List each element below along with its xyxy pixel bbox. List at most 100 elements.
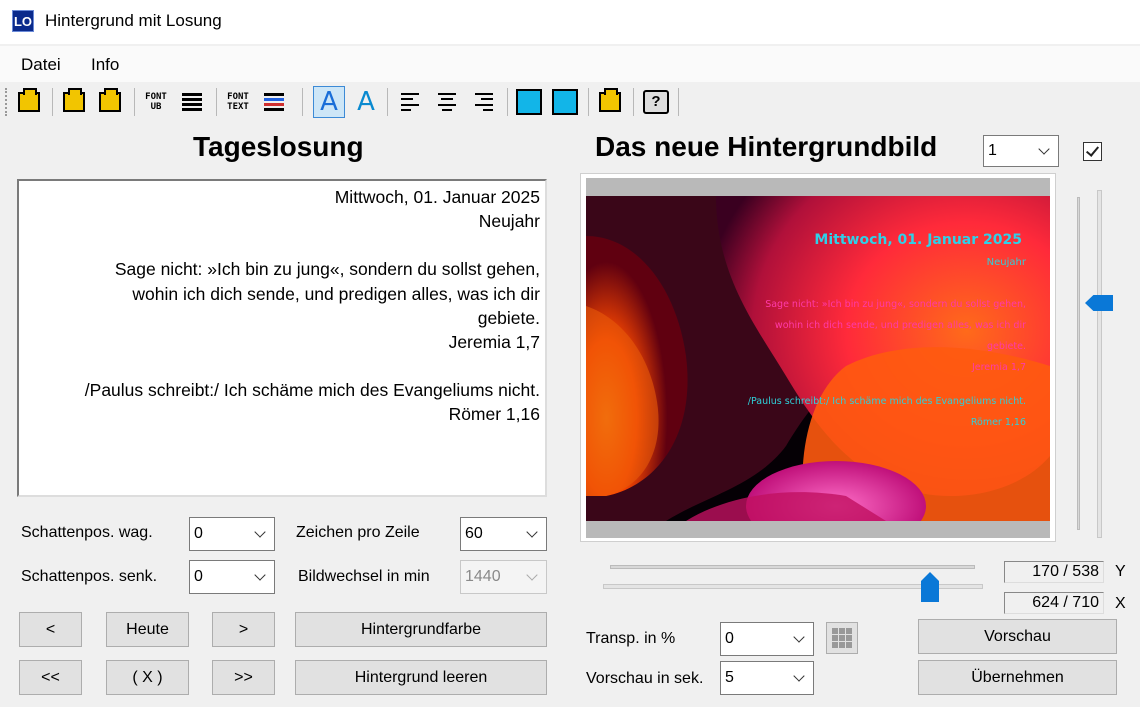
preview-secs-label: Vorschau in sek. [586, 670, 704, 687]
chevron-down-icon [793, 669, 805, 682]
chevron-down-icon [1038, 142, 1050, 155]
font-text-button[interactable]: FONT TEXT [222, 86, 254, 118]
app-icon: LO [12, 10, 34, 32]
transp-value: 0 [725, 630, 734, 647]
help-icon: ? [643, 90, 669, 114]
vertical-slider-thumb[interactable] [1085, 295, 1113, 311]
preview-lehrtext: /Paulus schreibt:/ Ich schäme mich des E… [686, 391, 1026, 433]
preview-verse-line1: Sage nicht: »Ich bin zu jung«, sondern d… [765, 299, 1026, 310]
menu-datei[interactable]: Datei [21, 55, 61, 75]
toolbar-separator [52, 88, 53, 116]
y-coordinate: 170 / 538 [1004, 561, 1104, 583]
ub-format-button[interactable] [176, 86, 208, 118]
shadow-h-value: 0 [194, 525, 203, 542]
text-lehrtext: /Paulus schreibt:/ Ich schäme mich des E… [84, 380, 540, 401]
next-next-button[interactable]: >> [212, 660, 275, 695]
text-lehrtext-ref: Römer 1,16 [448, 404, 540, 425]
x-axis-label: X [1115, 595, 1126, 612]
chars-select[interactable]: 60 [460, 517, 547, 551]
today-button[interactable]: Heute [106, 612, 189, 647]
toolbar-separator [134, 88, 135, 116]
vertical-range-line [1077, 197, 1080, 530]
preview-lehrtext-line: /Paulus schreibt:/ Ich schäme mich des E… [747, 396, 1026, 407]
background-color-button[interactable]: Hintergrundfarbe [295, 612, 547, 647]
prev-day-button[interactable]: < [19, 612, 82, 647]
folder-save-icon [599, 88, 621, 112]
valign-center-button[interactable] [549, 86, 581, 118]
chevron-down-icon [254, 568, 266, 581]
align-right-button[interactable] [468, 86, 500, 118]
chevron-down-icon [793, 630, 805, 643]
save-folder-button[interactable] [594, 86, 626, 118]
toolbar-separator [678, 88, 679, 116]
transp-label: Transp. in % [586, 630, 676, 647]
folder-u-button[interactable] [58, 86, 90, 118]
preview-date: Mittwoch, 01. Januar 2025 [814, 232, 1022, 248]
shadow-v-value: 0 [194, 568, 203, 585]
valign-top-button[interactable] [513, 86, 545, 118]
toolbar-separator [588, 88, 589, 116]
preview-holiday: Neujahr [986, 257, 1026, 268]
shadow-v-select[interactable]: 0 [189, 560, 275, 594]
monitor-value: 1 [988, 142, 997, 159]
font-ub-button[interactable]: FONT UB [140, 86, 172, 118]
folder-u-icon [63, 88, 85, 112]
clear-background-button[interactable]: Hintergrund leeren [295, 660, 547, 695]
shadow-h-select[interactable]: 0 [189, 517, 275, 551]
next-day-button[interactable]: > [212, 612, 275, 647]
folder-icon [18, 88, 40, 112]
toolbar-separator [216, 88, 217, 116]
preview-secs-select[interactable]: 5 [720, 661, 814, 695]
text-outline-button[interactable]: A [350, 86, 382, 118]
color-lines-icon [264, 93, 284, 111]
letter-a-outline-icon: A [357, 87, 375, 117]
preview-verse: Sage nicht: »Ich bin zu jung«, sondern d… [706, 294, 1026, 378]
align-left-button[interactable] [394, 86, 426, 118]
valign-top-icon [516, 89, 542, 115]
prev-prev-button[interactable]: << [19, 660, 82, 695]
x-coordinate: 624 / 710 [1004, 592, 1104, 614]
enable-checkbox[interactable] [1083, 142, 1102, 161]
align-center-button[interactable] [431, 86, 463, 118]
align-center-icon [438, 93, 456, 111]
grid-button[interactable] [826, 622, 858, 654]
help-button[interactable]: ? [640, 86, 672, 118]
text-format-button[interactable] [258, 86, 290, 118]
transp-select[interactable]: 0 [720, 622, 814, 656]
valign-center-icon [552, 89, 578, 115]
text-holiday: Neujahr [478, 211, 540, 232]
letter-a-icon: A [320, 87, 338, 117]
text-verse-line2: wohin ich dich sende, und predigen alles… [132, 283, 540, 304]
text-verse-ref: Jeremia 1,7 [448, 332, 540, 353]
align-right-icon [475, 93, 493, 111]
toolbar-separator [302, 88, 303, 116]
monitor-select[interactable]: 1 [983, 135, 1059, 167]
vertical-slider[interactable] [1097, 190, 1102, 538]
preview-button[interactable]: Vorschau [918, 619, 1117, 654]
interval-value: 1440 [465, 568, 501, 585]
menu-info[interactable]: Info [91, 55, 119, 75]
toolbar-grip[interactable] [5, 88, 9, 116]
preview-verse-ref: Jeremia 1,7 [971, 362, 1026, 373]
preview-image[interactable]: Mittwoch, 01. Januar 2025 Neujahr Sage n… [586, 196, 1050, 521]
clear-x-button[interactable]: ( X ) [106, 660, 189, 695]
open-file-button[interactable] [13, 86, 45, 118]
window-title: Hintergrund mit Losung [45, 11, 222, 30]
apply-button[interactable]: Übernehmen [918, 660, 1117, 695]
chevron-down-icon [526, 568, 538, 581]
text-shadow-button[interactable]: A [313, 86, 345, 118]
toolbar-separator [387, 88, 388, 116]
lines-icon [182, 93, 202, 111]
chevron-down-icon [254, 525, 266, 538]
toolbar: FONT UB FONT TEXT A A ? [0, 82, 1140, 122]
horizontal-slider-thumb[interactable] [921, 572, 939, 602]
losung-textbox[interactable]: Mittwoch, 01. Januar 2025 Neujahr Sage n… [17, 179, 547, 497]
toolbar-separator [507, 88, 508, 116]
left-heading: Tageslosung [193, 131, 364, 162]
chars-value: 60 [465, 525, 483, 542]
right-heading: Das neue Hintergrundbild [595, 131, 938, 162]
y-axis-label: Y [1115, 563, 1126, 580]
preview-lehrtext-ref: Römer 1,16 [970, 417, 1026, 428]
folder-n-button[interactable] [94, 86, 126, 118]
align-left-icon [401, 93, 419, 111]
